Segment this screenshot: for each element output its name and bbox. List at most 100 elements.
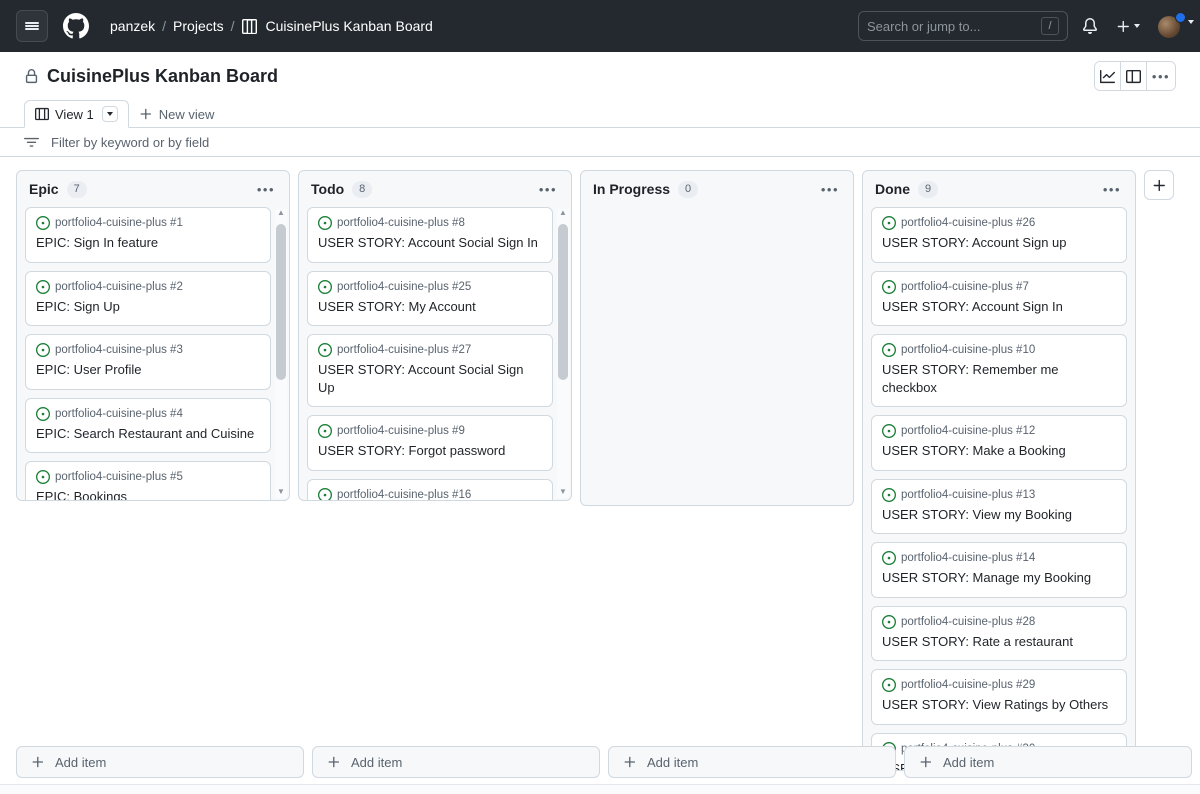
board-column: Epic 7 ••• portfolio4-cuisine-plus #1 EPIC: …: [16, 170, 290, 501]
search-input[interactable]: Search or jump to... /: [858, 11, 1068, 41]
column-menu-icon[interactable]: •••: [1101, 179, 1123, 199]
board-card[interactable]: portfolio4-cuisine-plus #9 USER STORY: Fo…: [307, 415, 553, 471]
scrollbar-thumb[interactable]: [276, 224, 286, 381]
card-title: EPIC: Sign Up: [36, 298, 120, 314]
card-meta: portfolio4-cuisine-plus #5: [36, 470, 260, 485]
card-meta: portfolio4-cuisine-plus #10: [882, 343, 1116, 358]
card-title: EPIC: Search Restaurant and Cuisine: [36, 425, 255, 441]
column-title: Epic: [29, 181, 59, 197]
breadcrumb-owner[interactable]: panzek: [110, 18, 155, 34]
board-card[interactable]: portfolio4-cuisine-plus #10 USER STORY: R…: [871, 334, 1127, 408]
card-meta: portfolio4-cuisine-plus #14: [882, 551, 1116, 566]
open-issue-icon: [882, 279, 896, 294]
open-issue-icon: [36, 343, 50, 358]
plus-icon: [139, 107, 153, 121]
hamburger-icon: [25, 20, 39, 31]
add-item-button[interactable]: Add item: [608, 746, 896, 778]
column-menu-icon[interactable]: •••: [537, 179, 559, 199]
board-column: In Progress 0 •••: [580, 170, 854, 506]
tab-view-1[interactable]: View 1: [24, 100, 129, 128]
open-issue-icon: [36, 279, 50, 294]
card-title: USER STORY: Rate a restaurant: [882, 633, 1073, 649]
insights-icon[interactable]: [1095, 62, 1121, 90]
scrollbar-track[interactable]: [558, 219, 568, 488]
global-header: panzek / Projects / CuisinePlus Kanban B…: [0, 0, 1200, 52]
card-repo-reference: portfolio4-cuisine-plus #26: [901, 217, 1036, 229]
side-panel-icon[interactable]: [1121, 62, 1147, 90]
open-issue-icon: [36, 470, 50, 485]
card-repo-reference: portfolio4-cuisine-plus #27: [337, 344, 472, 357]
plus-icon: [1152, 178, 1167, 193]
project-title-row: CuisinePlus Kanban Board •••: [0, 52, 1200, 100]
board-card[interactable]: portfolio4-cuisine-plus #29 USER STORY: V…: [871, 669, 1127, 725]
board-view-icon: [35, 107, 49, 121]
page-title: CuisinePlus Kanban Board: [47, 65, 279, 86]
add-item-button[interactable]: Add item: [16, 746, 304, 778]
filter-input[interactable]: Filter by keyword or by field: [51, 135, 209, 150]
scroll-down-arrow-icon[interactable]: ▼: [559, 488, 567, 498]
github-logo-icon[interactable]: [60, 10, 92, 42]
scroll-up-arrow-icon[interactable]: ▲: [277, 209, 285, 219]
card-repo-reference: portfolio4-cuisine-plus #8: [337, 217, 465, 229]
add-item-button[interactable]: Add item: [904, 746, 1192, 778]
column-menu-icon[interactable]: •••: [819, 179, 841, 199]
board-card[interactable]: portfolio4-cuisine-plus #1 EPIC: Sign In …: [25, 207, 271, 263]
plus-icon: [919, 755, 933, 769]
board-card[interactable]: portfolio4-cuisine-plus #2 EPIC: Sign Up: [25, 270, 271, 327]
scrollbar-track[interactable]: [276, 219, 286, 488]
board-card[interactable]: portfolio4-cuisine-plus #25 USER STORY: M…: [307, 270, 553, 327]
board-card[interactable]: portfolio4-cuisine-plus #14 USER STORY: M…: [871, 542, 1127, 598]
board-card[interactable]: portfolio4-cuisine-plus #16USER STORY: S…: [307, 478, 553, 500]
add-column-button[interactable]: [1144, 170, 1174, 200]
column-card-list: portfolio4-cuisine-plus #26 USER STORY: A…: [863, 207, 1135, 770]
board-card[interactable]: portfolio4-cuisine-plus #26 USER STORY: A…: [871, 207, 1127, 263]
add-item-label: Add item: [55, 754, 107, 770]
breadcrumb: panzek / Projects / CuisinePlus Kanban B…: [110, 18, 433, 34]
board-column: Todo 8 ••• portfolio4-cuisine-plus #8 USER S…: [298, 170, 572, 501]
column-card-list: portfolio4-cuisine-plus #1 EPIC: Sign In …: [17, 207, 289, 500]
column-card-list: portfolio4-cuisine-plus #8 USER STORY: Ac…: [299, 207, 571, 500]
card-title: USER STORY: Account Social Sign In: [318, 235, 538, 250]
scroll-up-arrow-icon[interactable]: ▲: [559, 209, 567, 219]
view-options-chevron-down-icon[interactable]: [101, 106, 118, 122]
board-card[interactable]: portfolio4-cuisine-plus #3 EPIC: User Pro…: [25, 334, 271, 390]
add-item-button[interactable]: Add item: [312, 746, 600, 778]
user-account-menu[interactable]: [1158, 12, 1194, 40]
breadcrumb-projects[interactable]: Projects: [173, 18, 224, 34]
board-card[interactable]: portfolio4-cuisine-plus #27 USER STORY: A…: [307, 334, 553, 408]
horizontal-scrollbar[interactable]: [0, 784, 1200, 794]
board-card[interactable]: portfolio4-cuisine-plus #7 USER STORY: Ac…: [871, 270, 1127, 327]
notifications-button[interactable]: [1076, 11, 1104, 41]
open-issue-icon: [882, 487, 896, 502]
create-new-button[interactable]: [1112, 19, 1144, 34]
open-issue-icon: [882, 614, 896, 629]
board-card[interactable]: portfolio4-cuisine-plus #13 USER STORY: V…: [871, 478, 1127, 535]
lock-icon: [24, 68, 39, 84]
breadcrumb-project-name[interactable]: CuisinePlus Kanban Board: [266, 18, 433, 34]
board-card[interactable]: portfolio4-cuisine-plus #4 EPIC: Search R…: [25, 397, 271, 454]
board-column: Done 9 ••• portfolio4-cuisine-plus #26 USER …: [862, 170, 1136, 771]
column-scrollbar[interactable]: ▲ ▼: [557, 209, 569, 498]
project-board-icon: [241, 18, 257, 34]
card-repo-reference: portfolio4-cuisine-plus #9: [337, 425, 465, 438]
board-card[interactable]: portfolio4-cuisine-plus #5 EPIC: Bookings: [25, 461, 271, 500]
board-card[interactable]: portfolio4-cuisine-plus #28 USER STORY: R…: [871, 605, 1127, 662]
filter-bar[interactable]: Filter by keyword or by field: [0, 127, 1200, 157]
card-meta: portfolio4-cuisine-plus #7: [882, 279, 1116, 294]
global-nav-menu-button[interactable]: [16, 10, 48, 42]
card-meta: portfolio4-cuisine-plus #4: [36, 406, 260, 421]
column-menu-icon[interactable]: •••: [255, 179, 277, 199]
add-item-label: Add item: [351, 754, 403, 770]
scroll-down-arrow-icon[interactable]: ▼: [277, 488, 285, 498]
column-scrollbar[interactable]: ▲ ▼: [275, 209, 287, 498]
column-title: In Progress: [593, 181, 671, 197]
card-title: USER STORY: View Ratings by Others: [882, 697, 1109, 713]
board-card[interactable]: portfolio4-cuisine-plus #12 USER STORY: M…: [871, 415, 1127, 471]
board-card[interactable]: portfolio4-cuisine-plus #8 USER STORY: Ac…: [307, 207, 553, 263]
plus-icon: [327, 755, 341, 769]
tab-view-1-label: View 1: [55, 106, 94, 122]
new-view-button[interactable]: New view: [129, 100, 225, 128]
scrollbar-thumb[interactable]: [558, 224, 568, 381]
card-meta: portfolio4-cuisine-plus #27: [318, 343, 542, 358]
more-options-icon[interactable]: •••: [1147, 62, 1175, 90]
